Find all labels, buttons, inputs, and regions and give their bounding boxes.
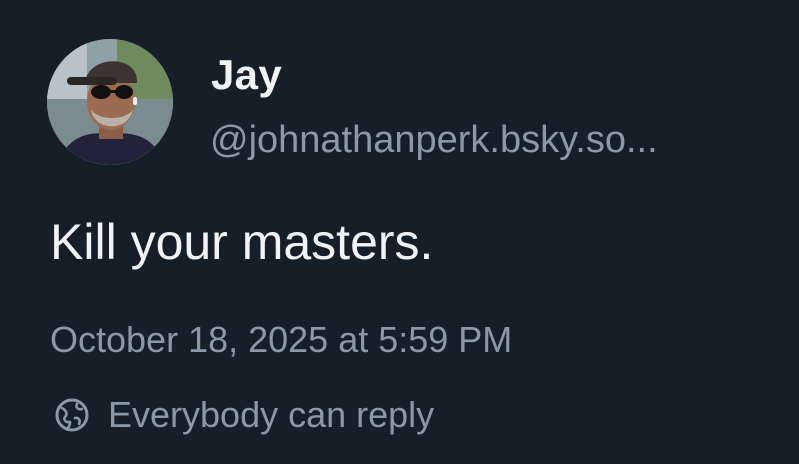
globe-icon <box>50 393 94 437</box>
post-thread-item: Jay @johnathanperk.bsky.so... Kill your … <box>0 0 799 464</box>
post-timestamp: October 18, 2025 at 5:59 PM <box>50 319 513 360</box>
post-text: Kill your masters. <box>50 214 434 270</box>
reply-setting-label: Everybody can reply <box>108 394 435 435</box>
avatar-photo <box>47 39 173 165</box>
author-display-name[interactable]: Jay <box>211 50 282 100</box>
author-handle[interactable]: @johnathanperk.bsky.so... <box>210 117 790 163</box>
reply-setting: Everybody can reply <box>50 392 434 438</box>
avatar[interactable] <box>47 39 173 165</box>
